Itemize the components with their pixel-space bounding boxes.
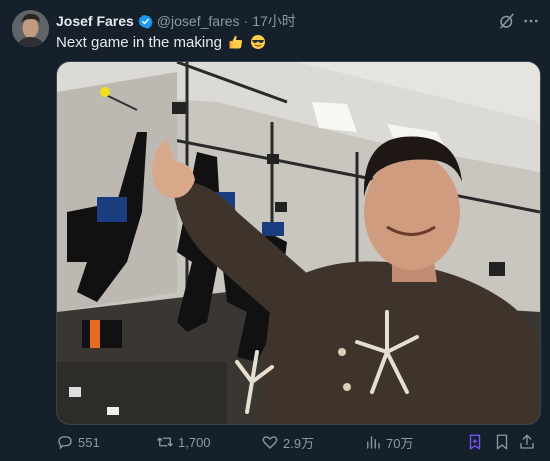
reply-icon — [58, 436, 72, 450]
bookmark-button[interactable] — [493, 433, 511, 451]
views-button[interactable]: 70万 — [364, 433, 413, 452]
views-icon — [367, 436, 380, 449]
reply-count: 551 — [78, 434, 100, 450]
retweet-count: 1,700 — [178, 434, 211, 450]
like-button[interactable]: 2.9万 — [261, 433, 314, 452]
more-icon[interactable] — [522, 12, 540, 30]
bookmark-icon — [496, 434, 508, 450]
author-name[interactable]: Josef Fares — [56, 13, 134, 29]
grok-action-button[interactable] — [466, 433, 484, 451]
view-count: 70万 — [386, 435, 414, 451]
retweet-icon — [157, 437, 173, 447]
tweet-photo[interactable] — [56, 61, 541, 425]
grok-icon[interactable] — [498, 12, 516, 30]
heart-icon — [262, 436, 278, 449]
reply-button[interactable]: 551 — [56, 433, 100, 451]
tweet-actions: 551 1,700 2.9万 70万 — [56, 430, 540, 454]
retweet-button[interactable]: 1,700 — [156, 433, 211, 451]
like-count: 2.9万 — [283, 435, 315, 451]
tweet-text-line: Next game in the making — [56, 34, 266, 51]
share-icon — [520, 434, 534, 449]
avatar-image — [12, 10, 49, 47]
timestamp[interactable]: 17小时 — [252, 11, 296, 31]
tweet-header: Josef Fares @josef_fares · 17小时 — [56, 11, 540, 31]
photo-mocap-studio-selfie — [57, 62, 540, 424]
author-handle[interactable]: @josef_fares — [157, 13, 240, 29]
sunglasses-emoji — [251, 35, 266, 49]
separator-dot: · — [243, 13, 249, 29]
author-avatar[interactable] — [12, 10, 49, 47]
share-button[interactable] — [518, 433, 536, 451]
tweet-text: Next game in the making — [56, 34, 222, 51]
grok-action-icon — [469, 434, 481, 450]
thumbs-up-emoji — [229, 35, 243, 49]
verified-badge-icon — [138, 14, 153, 28]
